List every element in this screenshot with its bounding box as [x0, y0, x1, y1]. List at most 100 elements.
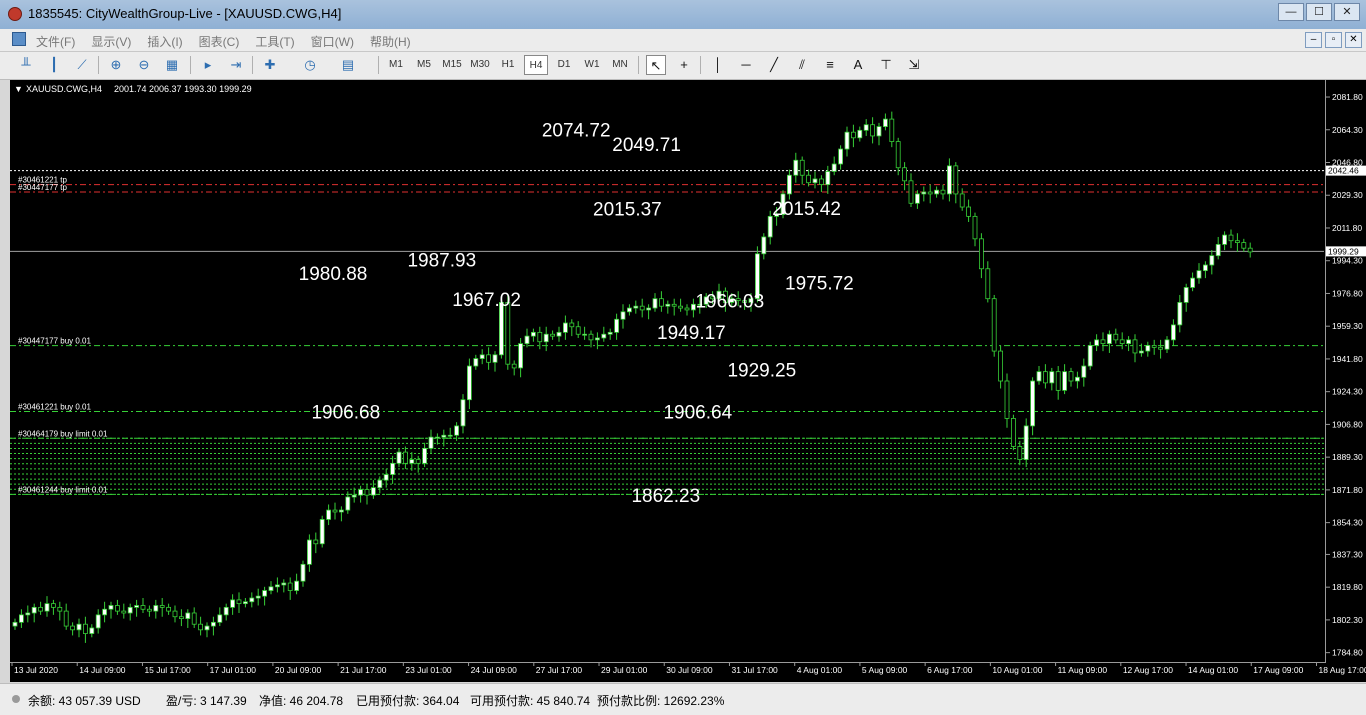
candle — [595, 337, 600, 341]
candle — [940, 189, 946, 195]
candle — [531, 331, 536, 337]
tf-m30[interactable]: M30 — [468, 55, 492, 75]
candle — [1222, 234, 1227, 245]
candle — [217, 614, 223, 623]
toolbar: ╨ ┃ ⟋ ⊕ ⊖ ▦ ▸ ⇥ ✚ ◷ ▤ M1 M5 M15 M30 H1 H… — [0, 52, 1366, 80]
x-tick-label: 12 Aug 17:00 — [1123, 665, 1173, 675]
tf-mn[interactable]: MN — [608, 55, 632, 75]
profit-text: 盈/亏: 3 147.39 — [166, 694, 247, 708]
candle — [1132, 339, 1138, 354]
arrows-icon[interactable]: ⇲ — [904, 55, 924, 75]
price-annotation: 1862.23 — [631, 486, 700, 507]
zoom-out-icon[interactable]: ⊖ — [134, 55, 154, 75]
tile-windows-icon[interactable]: ▦ — [162, 55, 182, 75]
tf-h1[interactable]: H1 — [496, 55, 520, 75]
child-restore-button[interactable]: ▫ — [1325, 32, 1342, 48]
candle — [57, 606, 63, 612]
candle — [883, 118, 888, 127]
candle — [844, 131, 850, 150]
y-tick-label: 1871.80 — [1332, 485, 1363, 495]
fibonacci-icon[interactable]: ≡ — [820, 55, 840, 75]
candle — [876, 126, 882, 137]
candle — [863, 124, 869, 131]
x-tick-label: 30 Jul 09:00 — [666, 665, 713, 675]
child-close-button[interactable]: ✕ — [1345, 32, 1362, 48]
tf-w1[interactable]: W1 — [580, 55, 604, 75]
candle — [761, 236, 767, 255]
menu-charts[interactable]: 图表(C) — [199, 33, 240, 50]
tf-m15[interactable]: M15 — [440, 55, 464, 75]
x-tick-label: 5 Aug 09:00 — [862, 665, 908, 675]
candle — [985, 268, 991, 300]
candle — [210, 621, 216, 627]
app-logo-icon — [8, 7, 22, 21]
candle — [434, 436, 440, 439]
candle — [377, 479, 383, 489]
tf-m5[interactable]: M5 — [412, 55, 436, 75]
candle — [972, 215, 978, 240]
candle — [1011, 418, 1016, 447]
candle — [402, 451, 408, 464]
text-tool-icon[interactable]: A — [848, 55, 868, 75]
candle — [115, 605, 120, 612]
tf-d1[interactable]: D1 — [552, 55, 576, 75]
line-chart-icon[interactable]: ⟋ — [72, 55, 92, 75]
bar-chart-icon[interactable]: ╨ — [16, 55, 36, 75]
order-label: #30447177 buy 0.01 — [18, 337, 92, 346]
trendline-icon[interactable]: ╱ — [764, 55, 784, 75]
window-title: 1835545: CityWealthGroup-Live - [XAUUSD.… — [28, 6, 342, 21]
periods-clock-icon[interactable]: ◷ — [300, 55, 320, 75]
equidistant-channel-icon[interactable]: ⫽ — [792, 55, 812, 75]
chart-shift-icon[interactable]: ⇥ — [226, 55, 246, 75]
autoscroll-icon[interactable]: ▸ — [198, 55, 218, 75]
x-tick-label: 17 Aug 09:00 — [1253, 665, 1303, 675]
title-bar: 1835545: CityWealthGroup-Live - [XAUUSD.… — [0, 0, 1366, 29]
menu-help[interactable]: 帮助(H) — [370, 33, 411, 50]
candle — [1228, 234, 1234, 242]
connection-status-icon — [12, 695, 20, 703]
chart-window-icon[interactable] — [12, 32, 26, 46]
candle — [812, 178, 818, 184]
cursor-icon[interactable]: ↖ — [646, 55, 666, 75]
minimize-button[interactable]: — — [1278, 3, 1304, 21]
zoom-in-icon[interactable]: ⊕ — [106, 55, 126, 75]
candlestick-icon[interactable]: ┃ — [44, 55, 64, 75]
y-tick-label: 1837.30 — [1332, 549, 1363, 559]
candle — [223, 606, 229, 616]
candle — [159, 605, 165, 608]
candle — [601, 333, 607, 339]
price-annotation: 2015.42 — [772, 199, 841, 220]
close-button[interactable]: ✕ — [1334, 3, 1360, 21]
child-minimize-button[interactable]: – — [1305, 32, 1322, 48]
y-tick-label: 1819.80 — [1332, 582, 1363, 592]
menu-view[interactable]: 显示(V) — [91, 33, 131, 50]
crosshair-icon[interactable]: + — [674, 55, 694, 75]
candle — [633, 305, 639, 309]
indicators-icon[interactable]: ✚ — [260, 55, 280, 75]
tf-m1[interactable]: M1 — [384, 55, 408, 75]
status-bar: 余额: 43 057.39 USD 盈/亏: 3 147.39 净值: 46 2… — [0, 683, 1366, 715]
menu-file[interactable]: 文件(F) — [36, 33, 75, 50]
candle — [274, 584, 280, 588]
candle — [396, 451, 402, 464]
x-tick-label: 20 Jul 09:00 — [275, 665, 322, 675]
chart-area[interactable]: #30461221 tp #30447177 tp #30447177 buy 0.… — [10, 80, 1366, 682]
menu-insert[interactable]: 插入(I) — [147, 33, 182, 50]
candle — [1100, 339, 1106, 344]
chart-header-arrow[interactable]: ▼ — [14, 84, 23, 94]
vertical-line-icon[interactable]: │ — [708, 55, 728, 75]
menu-tools[interactable]: 工具(T) — [255, 33, 294, 50]
text-label-icon[interactable]: ⊤ — [876, 55, 896, 75]
y-tick-label: 1941.80 — [1332, 354, 1363, 364]
candle — [51, 603, 56, 608]
candle — [153, 605, 159, 612]
menu-window[interactable]: 窗口(W) — [311, 33, 354, 50]
templates-icon[interactable]: ▤ — [338, 55, 358, 75]
candle — [537, 331, 543, 343]
maximize-button[interactable]: ☐ — [1306, 3, 1332, 21]
price-chart[interactable]: #30461221 tp#30447177 tp#30447177 buy 0.… — [10, 80, 1366, 682]
candle — [102, 608, 107, 616]
horizontal-line-icon[interactable]: ─ — [736, 55, 756, 75]
candle — [319, 519, 325, 545]
tf-h4[interactable]: H4 — [524, 55, 548, 75]
